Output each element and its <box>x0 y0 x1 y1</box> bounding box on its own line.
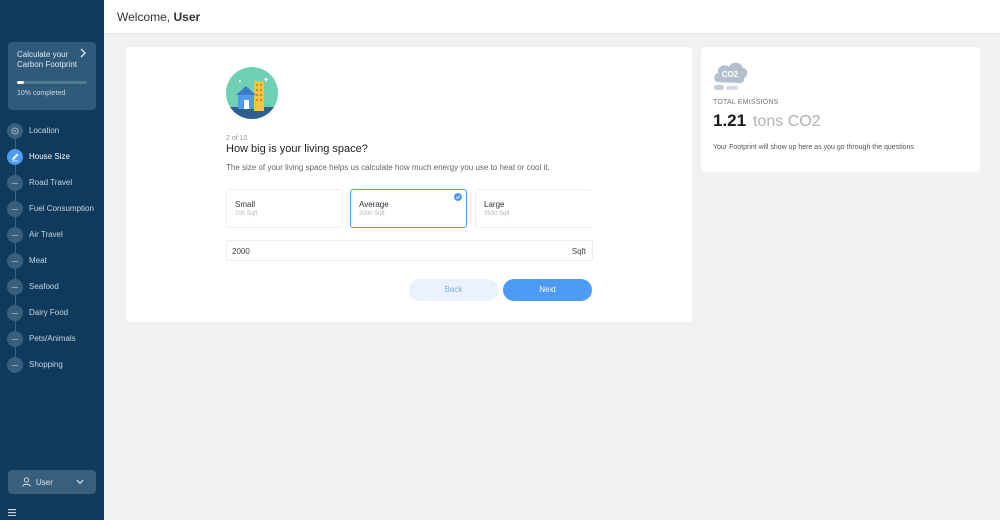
question-title: How big is your living space? <box>226 143 368 155</box>
progress-title: Calculate your Carbon Footprint <box>17 50 78 69</box>
sidebar-step-label: Dairy Food <box>29 308 69 317</box>
option-size: 3500 Sqft <box>484 211 510 217</box>
menu-icon[interactable] <box>8 509 16 516</box>
step-pending-icon <box>7 305 23 321</box>
step-done-icon <box>7 123 23 139</box>
co2-cloud-icon: CO2 <box>714 62 748 90</box>
user-icon <box>22 477 31 487</box>
sidebar-step-label: Fuel Consumption <box>29 204 94 213</box>
option-size: 700 Sqft <box>235 211 258 217</box>
emissions-note: Your Footprint will show up here as you … <box>713 144 914 151</box>
sidebar-step-road-travel[interactable]: Road Travel <box>7 175 99 191</box>
top-header: Welcome, User <box>104 0 1000 34</box>
progress-card[interactable]: Calculate your Carbon Footprint 10% comp… <box>8 42 96 110</box>
sidebar: Calculate your Carbon Footprint 10% comp… <box>0 0 104 520</box>
chevron-right-icon <box>80 48 86 58</box>
emissions-card: CO2 TOTAL EMISSIONS 1.21 tons CO2 Your F… <box>701 47 980 172</box>
welcome-text: Welcome, User <box>117 10 200 24</box>
question-description: The size of your living space helps us c… <box>226 163 550 172</box>
sidebar-step-location[interactable]: Location <box>7 123 99 139</box>
option-label: Small <box>235 200 256 209</box>
sidebar-step-label: Seafood <box>29 282 59 291</box>
user-menu-label: User <box>36 478 53 487</box>
edit-icon <box>7 149 23 165</box>
sidebar-step-label: Road Travel <box>29 178 73 187</box>
sidebar-step-label: Shopping <box>29 360 63 369</box>
greeting: Welcome, <box>117 10 171 24</box>
step-pending-icon <box>7 279 23 295</box>
user-menu[interactable]: User <box>8 470 96 494</box>
sidebar-step-dairy-food[interactable]: Dairy Food <box>7 305 99 321</box>
step-pending-icon <box>7 201 23 217</box>
co2-icon-text: CO2 <box>722 70 739 79</box>
sidebar-step-label: House Size <box>29 152 70 161</box>
sidebar-step-label: Location <box>29 126 60 135</box>
step-pending-icon <box>7 253 23 269</box>
sidebar-step-label: Pets/Animals <box>29 334 76 343</box>
question-card: 2 of 10 How big is your living space? Th… <box>126 47 692 322</box>
option-small[interactable]: Small 700 Sqft <box>226 189 343 228</box>
chevron-down-icon <box>76 479 84 485</box>
step-pending-icon <box>7 175 23 191</box>
option-size: 2000 Sqft <box>359 211 385 217</box>
house-size-unit: Sqft <box>571 247 586 256</box>
progress-bar-fill <box>17 81 24 84</box>
option-label: Average <box>359 200 389 209</box>
sidebar-step-house-size[interactable]: House Size <box>7 149 99 165</box>
option-large[interactable]: Large 3500 Sqft <box>475 189 593 228</box>
total-emissions-label: TOTAL EMISSIONS <box>713 99 779 106</box>
progress-bar <box>17 81 87 84</box>
check-circle-icon <box>454 193 462 201</box>
next-button[interactable]: Next <box>503 279 592 301</box>
step-pending-icon <box>7 331 23 347</box>
sidebar-step-fuel-consumption[interactable]: Fuel Consumption <box>7 201 99 217</box>
sidebar-step-label: Air Travel <box>29 230 63 239</box>
total-emissions-unit: tons CO2 <box>753 113 821 130</box>
option-average[interactable]: Average 2000 Sqft <box>350 189 467 228</box>
step-pending-icon <box>7 227 23 243</box>
sidebar-step-seafood[interactable]: Seafood <box>7 279 99 295</box>
sidebar-step-pets-animals[interactable]: Pets/Animals <box>7 331 99 347</box>
house-size-input[interactable]: 2000 Sqft <box>226 240 593 261</box>
total-emissions-value: 1.21 <box>713 111 747 130</box>
sidebar-step-air-travel[interactable]: Air Travel <box>7 227 99 243</box>
sidebar-step-label: Meat <box>29 256 47 265</box>
sidebar-step-shopping[interactable]: Shopping <box>7 357 99 373</box>
progress-text: 10% completed <box>17 90 66 97</box>
question-step-count: 2 of 10 <box>226 135 248 142</box>
user-name: User <box>173 10 201 24</box>
sidebar-step-meat[interactable]: Meat <box>7 253 99 269</box>
option-label: Large <box>484 200 505 209</box>
house-size-value: 2000 <box>232 247 250 256</box>
step-pending-icon <box>7 357 23 373</box>
back-button[interactable]: Back <box>409 279 498 301</box>
house-illustration <box>226 67 278 119</box>
